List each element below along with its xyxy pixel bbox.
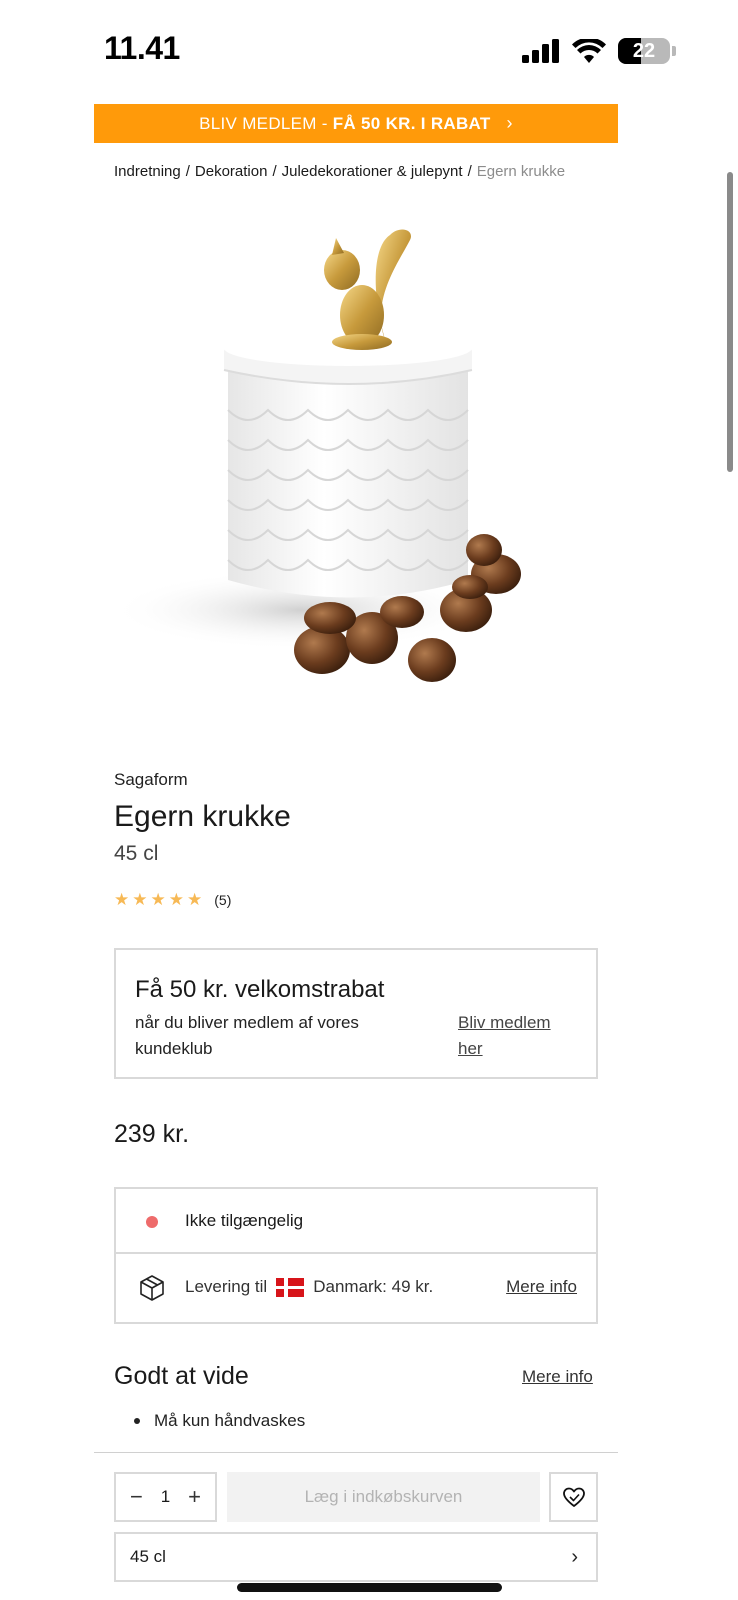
delivery-more-info-link[interactable]: Mere info xyxy=(506,1277,577,1297)
minus-button[interactable]: − xyxy=(130,1484,143,1510)
star-icon: ★ xyxy=(168,890,184,909)
status-dot-icon xyxy=(146,1216,158,1228)
product-price: 239 kr. xyxy=(114,1120,190,1148)
promo-highlight: FÅ 50 KR. I RABAT xyxy=(332,113,491,133)
heart-icon xyxy=(562,1487,585,1507)
denmark-flag-icon xyxy=(276,1277,305,1297)
breadcrumb-separator: / xyxy=(272,163,277,180)
good-to-know-item: Må kun håndvaskes xyxy=(154,1411,306,1430)
breadcrumb-item-indretning[interactable]: Indretning xyxy=(114,163,181,180)
welcome-discount-text: når du bliver medlem af vores kundeklub xyxy=(135,1013,359,1058)
wifi-icon xyxy=(572,39,606,63)
availability-box: Ikke tilgængelig Levering til Danmark: 4… xyxy=(114,1187,598,1324)
breadcrumb-separator: / xyxy=(467,163,472,180)
breadcrumb: Indretning / Dekoration / Juledekorationer &… xyxy=(114,163,565,180)
battery-icon: 22 xyxy=(618,38,670,64)
product-brand[interactable]: Sagaform xyxy=(114,770,188,790)
list-item: Må kun håndvaskes xyxy=(134,1411,305,1431)
status-time: 11.41 xyxy=(104,30,180,66)
add-to-cart-button[interactable]: Læg i indkøbskurven xyxy=(227,1472,540,1522)
product-rating[interactable]: ★ ★ ★ ★ ★ (5) xyxy=(114,890,231,910)
status-icons: 22 xyxy=(522,36,676,66)
product-size: 45 cl xyxy=(114,842,159,865)
breadcrumb-separator: / xyxy=(185,163,190,180)
good-to-know-more-info-link[interactable]: Mere info xyxy=(522,1367,593,1387)
breadcrumb-item-dekoration[interactable]: Dekoration xyxy=(195,163,268,180)
bullet-icon xyxy=(134,1418,140,1424)
product-image[interactable] xyxy=(110,220,550,710)
delivery-country-price: Danmark: 49 kr. xyxy=(313,1277,434,1296)
breadcrumb-item-juledekorationer[interactable]: Juledekorationer & julepynt xyxy=(282,163,463,180)
welcome-discount-title: Få 50 kr. velkomstrabat xyxy=(135,976,385,1003)
rating-count: (5) xyxy=(214,892,232,908)
chevron-right-icon: › xyxy=(506,113,513,133)
stock-status-row: Ikke tilgængelig xyxy=(116,1189,596,1254)
delivery-prefix: Levering til xyxy=(185,1277,268,1296)
star-icon: ★ xyxy=(114,890,130,909)
home-indicator[interactable] xyxy=(237,1583,502,1592)
star-icon: ★ xyxy=(150,890,166,909)
variant-select[interactable]: 45 cl › xyxy=(114,1532,598,1582)
quantity-value[interactable]: 1 xyxy=(161,1487,170,1507)
package-icon xyxy=(140,1275,164,1301)
star-icon: ★ xyxy=(132,890,148,909)
signal-icon xyxy=(522,39,559,63)
good-to-know-title: Godt at vide xyxy=(114,1362,249,1390)
breadcrumb-current: Egern krukke xyxy=(476,163,566,180)
stock-status: Ikke tilgængelig xyxy=(185,1211,304,1230)
status-bar: 11.41 22 xyxy=(0,0,738,100)
quantity-stepper: − 1 + xyxy=(114,1472,217,1522)
become-member-link[interactable]: Bliv medlem her xyxy=(458,1010,578,1062)
delivery-row: Levering til Danmark: 49 kr. Mere info xyxy=(116,1254,596,1322)
plus-button[interactable]: + xyxy=(188,1484,201,1510)
promo-prefix: BLIV MEDLEM - xyxy=(199,113,328,133)
battery-level: 22 xyxy=(632,40,656,62)
membership-promo-banner[interactable]: BLIV MEDLEM - FÅ 50 KR. I RABAT › xyxy=(94,104,618,143)
delivery-info: Levering til Danmark: 49 kr. xyxy=(185,1277,433,1297)
scrollbar[interactable] xyxy=(727,172,733,472)
welcome-discount-box: Få 50 kr. velkomstrabat når du bliver me… xyxy=(114,948,598,1079)
variant-selected-value: 45 cl xyxy=(130,1547,166,1566)
star-icon: ★ xyxy=(187,890,203,909)
chevron-right-icon: › xyxy=(571,1545,578,1568)
product-title: Egern krukke xyxy=(114,800,291,833)
wishlist-button[interactable] xyxy=(549,1472,598,1522)
divider xyxy=(94,1452,618,1453)
